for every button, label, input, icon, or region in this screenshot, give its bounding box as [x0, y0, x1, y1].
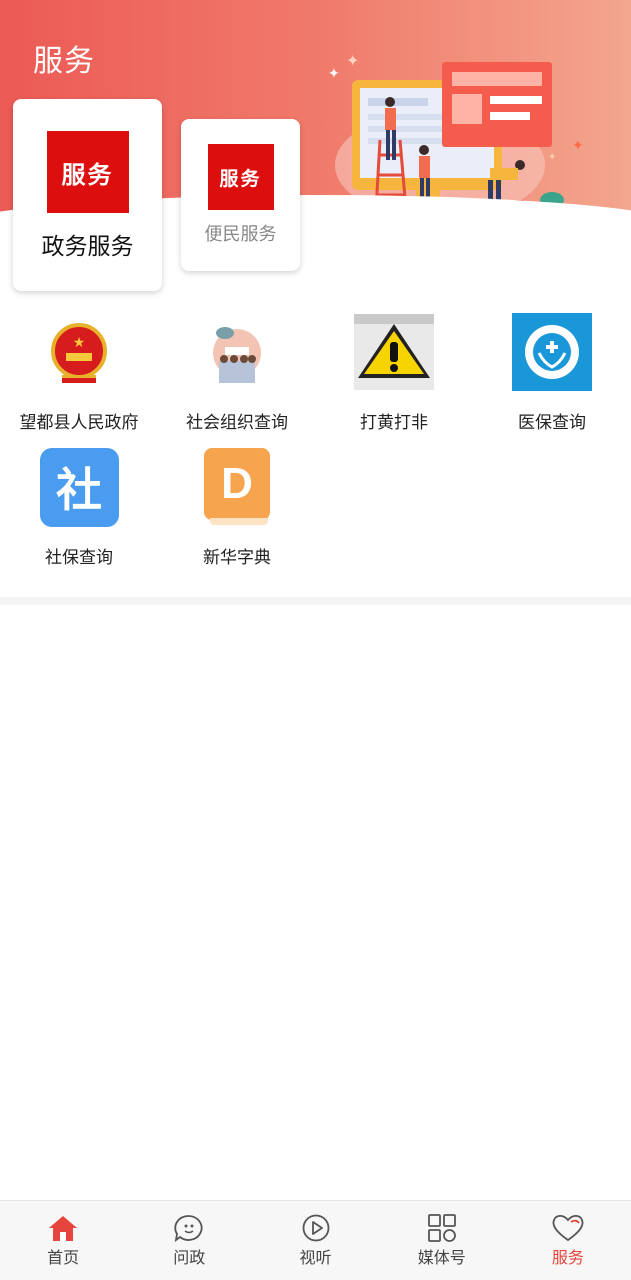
medical-insurance-icon	[512, 312, 592, 392]
chat-icon	[174, 1215, 203, 1242]
service-label: 打黄打非	[360, 413, 428, 433]
section-divider	[0, 597, 631, 605]
service-page: 服务 ✦ ✦ ✦ ✦ 服务 政务服务 服务 便民服务 ★ 望都县人民政府 社会组…	[0, 0, 631, 1280]
svg-text:✦: ✦	[548, 152, 556, 163]
svg-text:✦: ✦	[328, 66, 340, 82]
svg-text:✦: ✦	[346, 51, 359, 70]
service-label: 望都县人民政府	[19, 413, 139, 433]
bottom-navigation: 首页 问政 视听 媒体号 服务	[0, 1200, 631, 1280]
social-security-glyph: 社	[39, 447, 119, 527]
service-label: 社会组织查询	[186, 413, 288, 433]
service-item-social-org[interactable]: 社会组织查询	[158, 312, 316, 433]
service-item-social-security[interactable]: 社 社保查询	[0, 447, 158, 568]
service-logo: 服务	[207, 144, 274, 210]
nav-item-media[interactable]: 媒体号	[379, 1201, 505, 1280]
grid-icon	[427, 1214, 456, 1242]
play-icon	[302, 1214, 329, 1242]
nav-item-video[interactable]: 视听	[252, 1201, 378, 1280]
service-logo: 服务	[46, 131, 129, 213]
nav-item-inquiry[interactable]: 问政	[126, 1201, 252, 1280]
heart-icon	[552, 1214, 584, 1242]
svg-text:✦: ✦	[572, 138, 584, 154]
nav-item-service[interactable]: 服务	[505, 1201, 631, 1280]
social-security-icon: 社	[39, 447, 119, 527]
community-group-icon	[197, 312, 277, 392]
home-icon	[49, 1216, 78, 1241]
card-label: 便民服务	[204, 224, 277, 245]
service-item-anti-porn[interactable]: 打黄打非	[315, 312, 473, 433]
nav-label: 首页	[47, 1248, 80, 1267]
service-item-dictionary[interactable]: D 新华字典	[158, 447, 316, 568]
service-item-medical-insurance[interactable]: 医保查询	[473, 312, 631, 433]
page-title: 服务	[33, 44, 95, 79]
nav-label: 服务	[551, 1248, 584, 1267]
service-item-government[interactable]: ★ 望都县人民政府	[0, 312, 158, 433]
nav-label: 视听	[299, 1248, 332, 1267]
dictionary-glyph: D	[221, 458, 253, 508]
nav-label: 问政	[173, 1248, 206, 1267]
service-label: 医保查询	[518, 413, 586, 433]
nav-label: 媒体号	[417, 1248, 466, 1267]
service-label: 新华字典	[203, 548, 271, 568]
dictionary-icon: D	[197, 447, 277, 527]
service-label: 社保查询	[45, 548, 113, 568]
national-emblem-icon: ★	[39, 312, 119, 392]
card-label: 政务服务	[41, 234, 134, 260]
warning-sign-icon	[354, 312, 434, 392]
convenience-service-card[interactable]: 服务 便民服务	[181, 119, 300, 271]
nav-item-home[interactable]: 首页	[0, 1201, 126, 1280]
svg-text:★: ★	[73, 335, 86, 351]
government-service-card[interactable]: 服务 政务服务	[13, 99, 162, 291]
